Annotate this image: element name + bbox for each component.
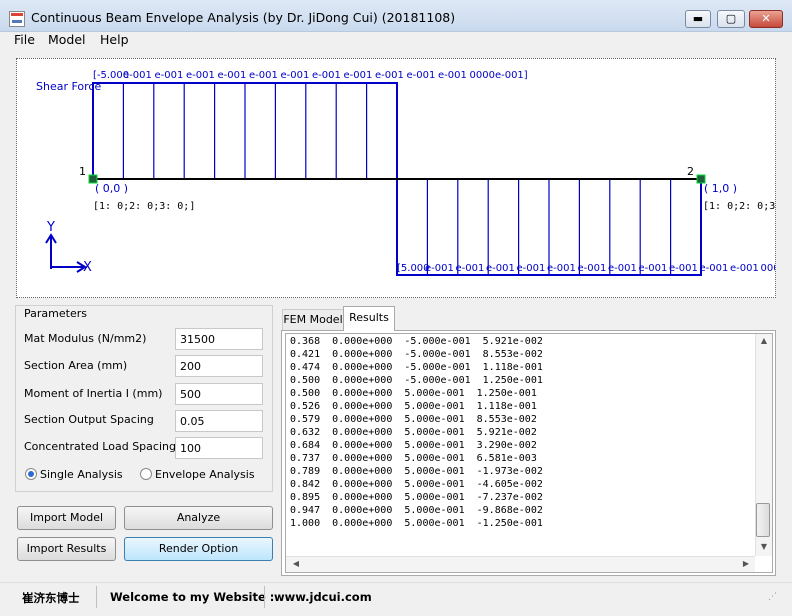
top-value-label: 0000e-001] [470,70,528,81]
scroll-up-icon[interactable]: ▲ [756,336,772,345]
import-results-button[interactable]: Import Results [17,537,116,561]
analyze-button[interactable]: Analyze [124,506,273,530]
node-2-bc: [1: 0;2: 0;3: 0;] [703,201,776,212]
top-value-label: e-001 [123,70,152,81]
maximize-button[interactable]: ▢ [717,10,745,28]
bottom-value-label: e-001 [639,263,668,274]
website-link[interactable]: www.jdcui.com [274,590,372,604]
node-1-coord: ( 0,0 ) [95,182,128,195]
scroll-left-icon[interactable]: ◀ [288,559,304,568]
tab-fem-model[interactable]: FEM Model [282,309,344,330]
y-axis-label: Y [46,220,55,235]
bottom-value-label: 0000e-001] [761,263,777,274]
shear-force-diagram: 1 2 ( 0,0 ) ( 1,0 ) [1: 0;2: 0;3: 0;] [1: 0;2… [36,70,777,276]
load-spacing-label: Concentrated Load Spacing [24,440,176,453]
top-value-label: e-001 [249,70,278,81]
shear-force-label: Shear Force [36,80,101,93]
top-value-label: e-001 [438,70,467,81]
tab-results[interactable]: Results [343,306,395,331]
node-2-coord: ( 1,0 ) [704,182,737,195]
single-analysis-label[interactable]: Single Analysis [40,468,123,481]
close-button[interactable]: ✕ [749,10,783,28]
top-value-label: e-001 [281,70,310,81]
top-value-label: e-001 [375,70,404,81]
bottom-value-label: e-001 [730,263,759,274]
top-value-label: e-001 [186,70,215,81]
section-area-input[interactable] [175,355,263,377]
status-divider [264,586,265,608]
scroll-down-icon[interactable]: ▼ [756,542,772,551]
single-analysis-radio[interactable] [25,468,37,480]
author-name: 崔济东博士 [22,591,80,605]
envelope-analysis-radio[interactable] [140,468,152,480]
bottom-value-label: e-001 [425,263,454,274]
menu-help[interactable]: Help [100,32,129,47]
import-model-button[interactable]: Import Model [17,506,116,530]
bottom-value-label: e-001 [669,263,698,274]
app-icon [9,11,25,27]
parameters-title: Parameters [24,307,87,320]
bottom-value-label: e-001 [700,263,729,274]
scroll-right-icon[interactable]: ▶ [738,559,754,568]
x-axis-label: X [83,260,92,275]
bottom-value-label: e-001 [547,263,576,274]
bottom-value-label: e-001 [486,263,515,274]
mat-modulus-input[interactable] [175,328,263,350]
bottom-value-label: e-001 [608,263,637,274]
menu-file[interactable]: File [14,32,35,47]
mat-modulus-label: Mat Modulus (N/mm2) [24,332,147,345]
top-value-label: e-001 [155,70,184,81]
resize-grip-icon[interactable]: ⋰ [768,592,777,602]
minimize-button[interactable]: ▬ [685,10,711,28]
render-option-button[interactable]: Render Option [124,537,273,561]
envelope-analysis-label[interactable]: Envelope Analysis [155,468,255,481]
top-value-label: e-001 [344,70,373,81]
top-value-label: e-001 [407,70,436,81]
results-horizontal-scrollbar[interactable] [286,556,755,572]
output-spacing-input[interactable] [175,410,263,432]
section-area-label: Section Area (mm) [24,359,128,372]
diagram-canvas[interactable]: 1 2 ( 0,0 ) ( 1,0 ) [1: 0;2: 0;3: 0;] [1: 0;2… [16,58,776,298]
bottom-value-label: e-001 [517,263,546,274]
top-value-label: e-001 [218,70,247,81]
results-text: 0.368 0.000e+000 -5.000e-001 5.921e-002 … [290,336,543,529]
node-1-bc: [1: 0;2: 0;3: 0;] [93,201,195,212]
status-divider [96,586,97,608]
welcome-text: Welcome to my Website : [110,590,275,604]
results-scroll-thumb[interactable] [756,503,770,537]
node-2-label: 2 [687,165,694,178]
inertia-label: Moment of Inertia I (mm) [24,387,163,400]
node-1-label: 1 [79,165,86,178]
bottom-value-label: e-001 [456,263,485,274]
window-title: Continuous Beam Envelope Analysis (by Dr… [31,10,456,25]
top-value-label: e-001 [312,70,341,81]
load-spacing-input[interactable] [175,437,263,459]
inertia-input[interactable] [175,383,263,405]
menu-model[interactable]: Model [48,32,86,47]
output-spacing-label: Section Output Spacing [24,413,154,426]
bottom-value-label: e-001 [578,263,607,274]
